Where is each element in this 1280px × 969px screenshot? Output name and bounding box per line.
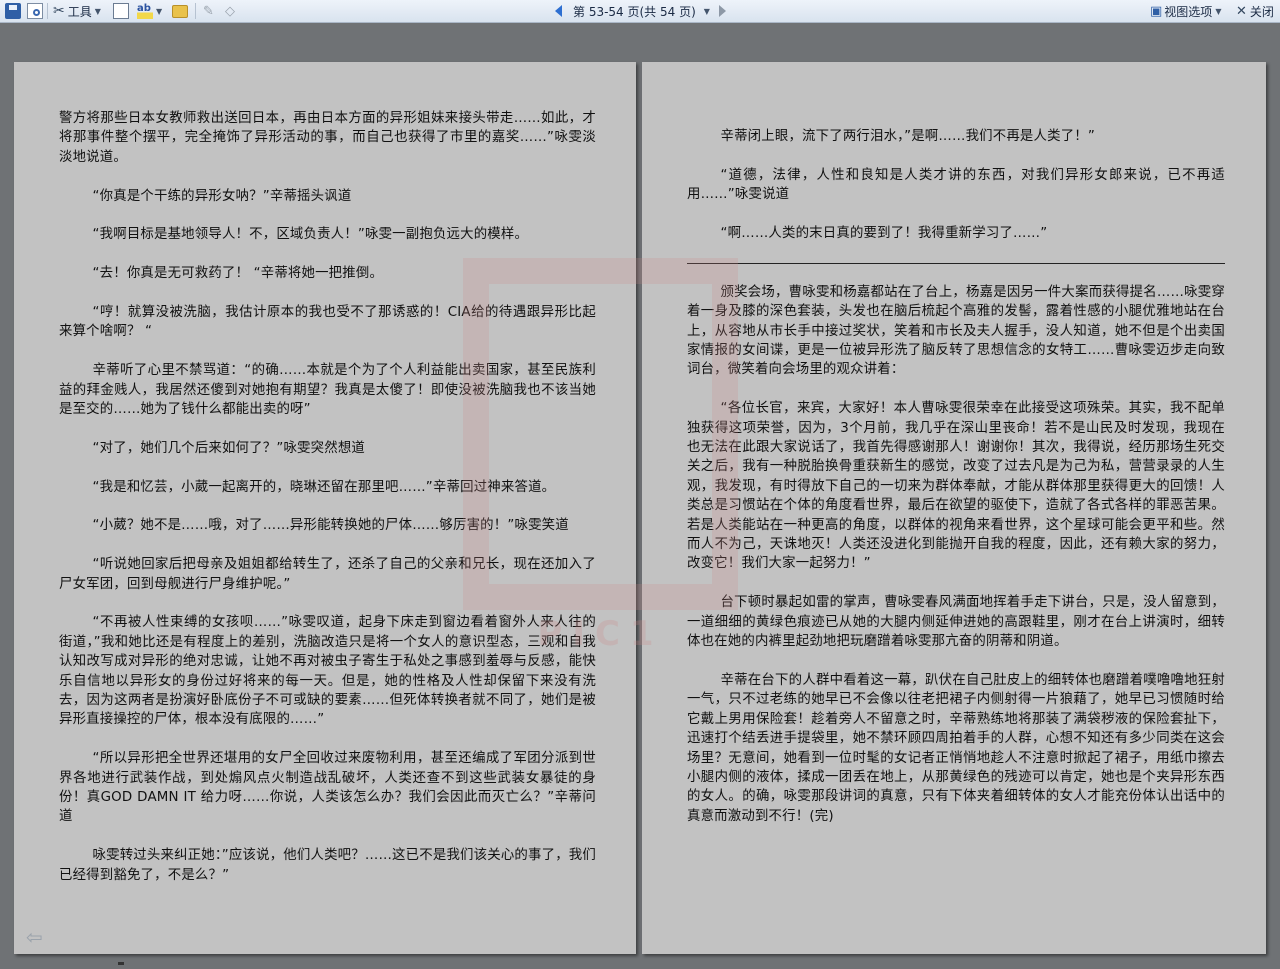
save-button[interactable]: [5, 0, 21, 22]
right-page-text: 辛蒂闭上眼，流下了两行泪水，”是啊……我们不再是人类了！” “道德，法律，人性和良…: [687, 127, 1225, 846]
pencil-icon: ✎: [203, 3, 214, 19]
paragraph: 咏雯转过头来纠正她：”应该说，他们人类吧？……这已不是我们该关心的事了，我们已经…: [59, 848, 596, 883]
paragraph: 颁奖会场，曹咏雯和杨嘉都站在了台上，杨嘉是因另一件大案而获得提名……咏雯穿着一身…: [687, 284, 1225, 378]
left-page: 警方将那些日本女教师救出送回日本，再由日本方面的异形姐妹来接头带走……如此，才将…: [14, 62, 636, 954]
edit-button[interactable]: ✎: [203, 0, 214, 22]
highlight-text-button[interactable]: ab ▼: [137, 0, 162, 22]
chevron-down-icon: ▼: [703, 6, 710, 16]
paragraph: 辛蒂闭上眼，流下了两行泪水，”是啊……我们不再是人类了！”: [720, 129, 1096, 144]
chevron-down-icon: ▼: [1215, 6, 1222, 16]
fit-page-icon: [113, 3, 129, 19]
eraser-icon: ◇: [225, 3, 235, 19]
paragraph: “啊……人类的末日真的要到了！我得重新学习了……”: [720, 226, 1048, 241]
close-button[interactable]: ✕ 关闭: [1236, 0, 1274, 22]
paragraph: 辛蒂在台下的人群中看着这一幕，趴伏在自己肚皮上的细转体也磨蹭着噗噜噜地狂射一气，…: [687, 672, 1225, 824]
paragraph: “去！你真是无可救药了！ “辛蒂将她一把推倒。: [92, 266, 384, 282]
page-indicator: 第 53-54 页(共 54 页): [573, 4, 696, 19]
close-icon: ✕: [1236, 3, 1247, 19]
view-options-button[interactable]: ▣ 视图选项 ▼: [1150, 0, 1221, 22]
tools-menu-button[interactable]: ✂ 工具 ▼: [53, 0, 101, 22]
paragraph: 辛蒂听了心里不禁骂道：“的确……本就是个为了个人利益能出卖国家，甚至民族利益的拜…: [59, 363, 596, 418]
paragraph: “小葳？她不是……哦，对了……异形能转换她的尸体……够厉害的！”咏雯笑道: [92, 518, 569, 534]
eraser-button[interactable]: ◇: [225, 0, 235, 22]
folder-icon: [172, 4, 188, 18]
right-page-text-top: 辛蒂闭上眼，流下了两行泪水，”是啊……我们不再是人类了！” “道德，法律，人性和良…: [687, 127, 1225, 243]
paragraph: “我啊目标是基地领导人！不，区域负责人！”咏雯一副抱负远大的模样。: [92, 227, 529, 243]
arrow-left-icon: [555, 5, 562, 17]
find-button[interactable]: [27, 0, 43, 22]
chevron-down-icon: ▼: [156, 6, 163, 16]
paragraph: “对了，她们几个后来如何了？”咏雯突然想道: [92, 440, 365, 456]
scroll-marker: [118, 962, 124, 965]
right-page: 辛蒂闭上眼，流下了两行泪水，”是啊……我们不再是人类了！” “道德，法律，人性和良…: [642, 62, 1266, 954]
paragraph: “哼！就算没被洗脑，我估计原本的我也受不了那诱惑的！CIA给的待遇跟异形比起来算…: [59, 305, 596, 340]
page-navigation-dropdown[interactable]: 第 53-54 页(共 54 页) ▼: [573, 0, 710, 22]
left-page-text: 警方将那些日本女教师救出送回日本，再由日本方面的异形姐妹来接头带走……如此，才将…: [59, 109, 596, 904]
paragraph: 警方将那些日本女教师救出送回日本，再由日本方面的异形姐妹来接头带走……如此，才将…: [59, 111, 596, 165]
save-icon: [5, 3, 21, 19]
paragraph: “道德，法律，人性和良知是人类才讲的东西，对我们异形女郎来说，已不再适用……”咏…: [687, 167, 1225, 203]
open-folder-button[interactable]: [172, 0, 188, 22]
chevron-down-icon: ▼: [94, 6, 101, 16]
previous-page-button[interactable]: [555, 0, 562, 22]
arrow-right-icon: [719, 5, 726, 17]
paragraph: “各位长官，来宾，大家好！本人曹咏雯很荣幸在此接受这项殊荣。其实，我不配单独获得…: [687, 401, 1225, 572]
back-arrow-icon[interactable]: ⇦: [26, 925, 43, 949]
paragraph: “不再被人性束缚的女孩呗……”咏雯叹道，起身下床走到窗边看着窗外人来人往的街道，…: [59, 615, 596, 728]
paragraph: “听说她回家后把母亲及姐姐都给转生了，还杀了自己的父亲和兄长，现在还加入了尸女军…: [59, 557, 596, 592]
paragraph: “你真是个干练的异形女呐？”辛蒂摇头讽道: [92, 188, 352, 204]
highlight-text-icon: ab: [137, 3, 153, 19]
paragraph: “所以异形把全世界还堪用的女尸全回收过来废物利用，甚至还编成了军团分派到世界各地…: [59, 751, 596, 825]
section-divider: [687, 262, 1225, 264]
tools-label: 工具: [67, 4, 92, 19]
paragraph: “我是和忆芸，小葳一起离开的，晓琳还留在那里吧……”辛蒂回过神来答道。: [92, 479, 556, 495]
close-label: 关闭: [1249, 4, 1274, 19]
next-page-button[interactable]: [719, 0, 726, 22]
view-options-label: 视图选项: [1164, 4, 1213, 19]
tools-icon: ✂: [53, 3, 65, 19]
paragraph: 台下顿时暴起如雷的掌声，曹咏雯春风满面地挥着手走下讲台，只是，没人留意到，一道细…: [687, 595, 1225, 650]
right-page-text-bottom: 颁奖会场，曹咏雯和杨嘉都站在了台上，杨嘉是因另一件大案而获得提名……咏雯穿着一身…: [687, 283, 1225, 826]
find-in-page-icon: [27, 3, 43, 19]
view-options-icon: ▣: [1150, 3, 1163, 19]
fit-page-button[interactable]: [113, 0, 129, 22]
reader-toolbar: ✂ 工具 ▼ ab ▼ ✎ ◇ 第 53-54 页(共 54 页) ▼ ▣ 视图…: [0, 0, 1280, 23]
